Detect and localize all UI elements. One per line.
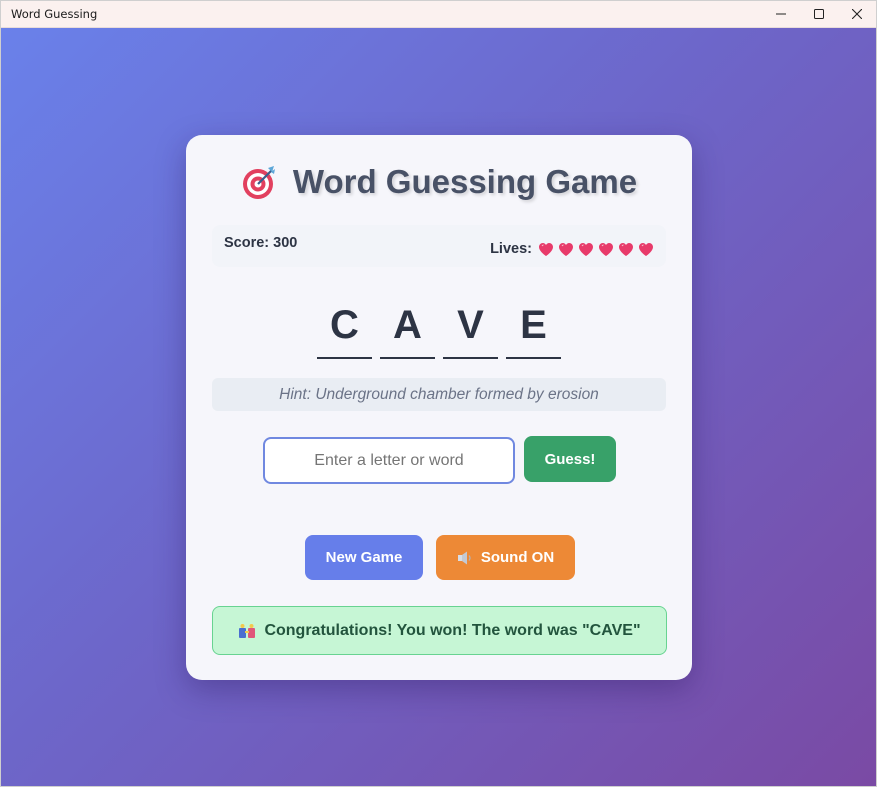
heart-icon xyxy=(539,242,553,256)
maximize-icon xyxy=(814,9,824,19)
app-background: Word Guessing Game Score: 300 Lives: CAV… xyxy=(1,28,876,786)
party-icon xyxy=(239,623,256,638)
score-display: Score: 300 xyxy=(224,235,298,251)
target-icon xyxy=(242,166,275,199)
new-game-button[interactable]: New Game xyxy=(305,535,423,580)
minimize-icon xyxy=(776,13,786,15)
window-controls xyxy=(762,1,876,27)
speaker-icon xyxy=(457,551,471,564)
title-bar: Word Guessing xyxy=(1,1,876,28)
guess-input[interactable] xyxy=(263,437,515,484)
heart-icon xyxy=(559,242,573,256)
word-display: CAVE xyxy=(186,303,692,359)
minimize-button[interactable] xyxy=(762,1,800,27)
heart-icon xyxy=(619,242,633,256)
letter-slot: A xyxy=(380,303,435,359)
heart-icon xyxy=(599,242,613,256)
close-icon xyxy=(852,9,862,19)
game-header: Word Guessing Game xyxy=(186,163,692,201)
sound-label: Sound ON xyxy=(480,549,555,566)
guess-button[interactable]: Guess! xyxy=(524,436,616,482)
lives-label: Lives: xyxy=(490,241,532,257)
win-message-text: Congratulations! You won! The word was "… xyxy=(264,621,641,639)
win-message: Congratulations! You won! The word was "… xyxy=(212,606,667,655)
status-bar: Score: 300 Lives: xyxy=(212,225,666,267)
game-card: Word Guessing Game Score: 300 Lives: CAV… xyxy=(186,135,692,680)
window-title: Word Guessing xyxy=(11,7,98,21)
letter-slot: E xyxy=(506,303,561,359)
close-button[interactable] xyxy=(838,1,876,27)
lives-display: Lives: xyxy=(490,241,654,257)
heart-icon xyxy=(579,242,593,256)
hint-text: Hint: Underground chamber formed by eros… xyxy=(212,378,666,411)
letter-slot: V xyxy=(443,303,498,359)
hearts-row xyxy=(538,242,654,257)
letter-slot: C xyxy=(317,303,372,359)
app-window: Word Guessing Word Guessing Game Score: … xyxy=(0,0,877,787)
maximize-button[interactable] xyxy=(800,1,838,27)
heart-icon xyxy=(639,242,653,256)
game-title: Word Guessing Game xyxy=(292,163,638,200)
sound-toggle-button[interactable]: Sound ON xyxy=(436,535,575,580)
